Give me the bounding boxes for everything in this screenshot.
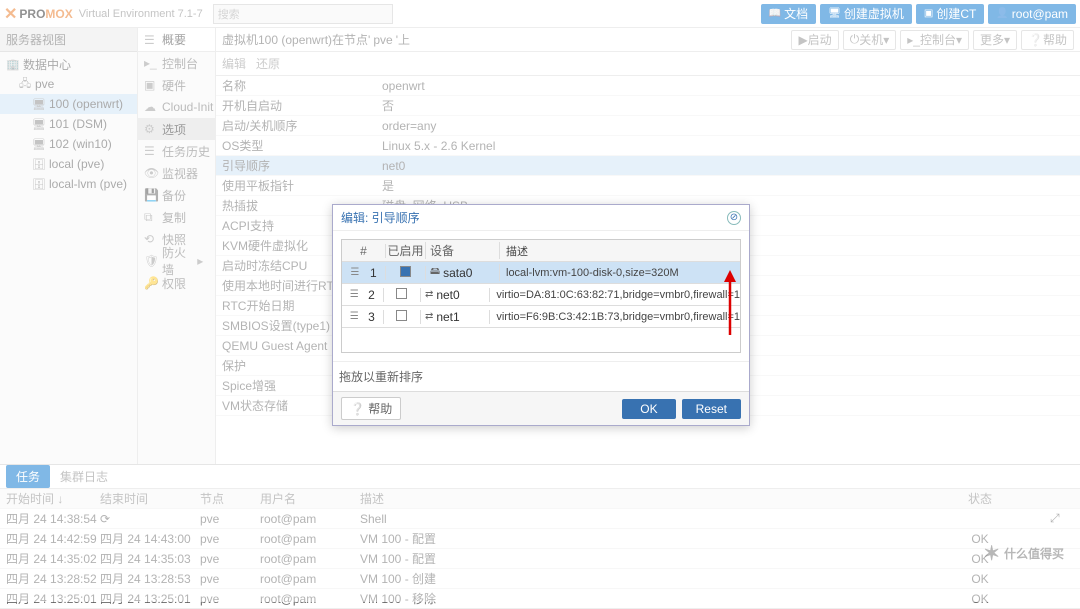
col-device: 设备: [426, 242, 500, 259]
enabled-checkbox[interactable]: [396, 288, 407, 299]
watermark: ✶什么值得买: [983, 541, 1064, 566]
dialog-title: 编辑: 引导顺序: [341, 209, 420, 226]
drag-handle-icon[interactable]: ☰: [350, 311, 359, 322]
row-number: 3: [368, 310, 375, 324]
device-name: sata0: [443, 266, 472, 280]
boot-row[interactable]: ☰ 3 ⇄net1 virtio=F6:9B:C3:42:1B:73,bridge=v…: [342, 306, 740, 328]
col-description: 描述: [500, 243, 740, 259]
drag-hint: 拖放以重新排序: [333, 361, 749, 391]
network-icon: ⇄: [425, 289, 433, 300]
boot-row[interactable]: ☰ 2 ⇄net0 virtio=DA:81:0C:63:82:71,bridge=v…: [342, 284, 740, 306]
enabled-checkbox[interactable]: [400, 266, 411, 277]
enabled-checkbox[interactable]: [396, 310, 407, 321]
device-description: local-lvm:vm-100-disk-0,size=320M: [500, 267, 740, 279]
dialog-header: 编辑: 引导顺序 ⊘: [333, 205, 749, 231]
row-number: 1: [370, 266, 377, 280]
help-icon: ❔: [350, 402, 368, 416]
col-number: #: [342, 244, 386, 258]
device-name: net0: [436, 288, 459, 302]
watermark-text: 什么值得买: [1004, 545, 1064, 562]
device-description: virtio=DA:81:0C:63:82:71,bridge=vmbr0,fi…: [490, 289, 740, 301]
boot-table-header: # 已启用 设备 描述: [342, 240, 740, 262]
drag-handle-icon[interactable]: ☰: [350, 267, 359, 278]
star-icon: ✶: [983, 541, 1000, 566]
dialog-help-button[interactable]: ❔ 帮助: [341, 397, 401, 420]
close-icon[interactable]: ⊘: [727, 211, 741, 225]
drag-handle-icon[interactable]: ☰: [350, 289, 359, 300]
boot-order-dialog: 编辑: 引导顺序 ⊘ # 已启用 设备 描述 ☰ 1 🖴sata0 local-lvm…: [332, 204, 750, 426]
boot-order-table: # 已启用 设备 描述 ☰ 1 🖴sata0 local-lvm:vm-100-dis…: [341, 239, 741, 353]
disk-icon: 🖴: [430, 264, 440, 281]
device-description: virtio=F6:9B:C3:42:1B:73,bridge=vmbr0,fi…: [490, 311, 740, 323]
device-name: net1: [436, 310, 459, 324]
dialog-footer: ❔ 帮助 OK Reset: [333, 391, 749, 425]
dialog-help-label: 帮助: [368, 402, 392, 416]
col-enabled: 已启用: [386, 242, 426, 259]
ok-button[interactable]: OK: [622, 399, 675, 419]
boot-row[interactable]: ☰ 1 🖴sata0 local-lvm:vm-100-disk-0,size=320…: [342, 262, 740, 284]
reset-button[interactable]: Reset: [682, 399, 741, 419]
row-number: 2: [368, 288, 375, 302]
network-icon: ⇄: [425, 311, 433, 322]
